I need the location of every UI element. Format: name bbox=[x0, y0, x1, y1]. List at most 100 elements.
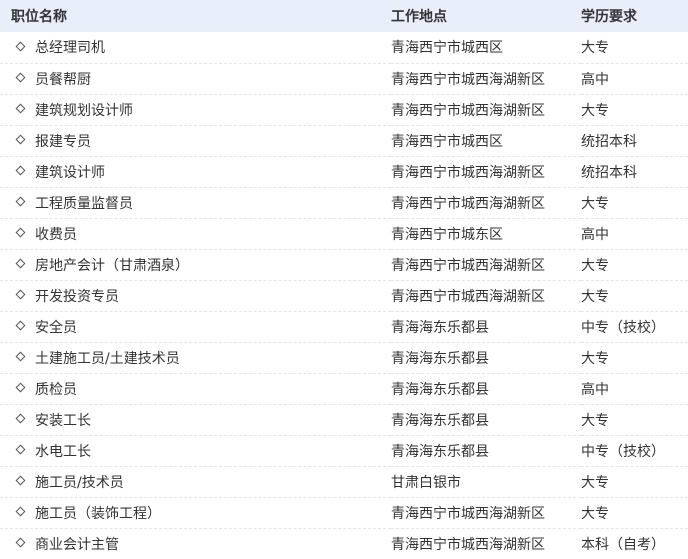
diamond-bullet-icon bbox=[15, 413, 26, 424]
job-education-cell: 大专 bbox=[581, 40, 609, 57]
diamond-bullet-icon bbox=[15, 103, 26, 114]
job-title-link[interactable]: 房地产会计（甘肃酒泉） bbox=[35, 258, 189, 274]
job-education-cell: 大专 bbox=[581, 288, 609, 305]
job-location-cell: 青海西宁市城西区 bbox=[391, 133, 503, 150]
job-title-cell: 商业会计主管 bbox=[0, 528, 391, 559]
job-title-link[interactable]: 总经理司机 bbox=[35, 40, 105, 56]
job-title-cell: 开发投资专员 bbox=[0, 280, 391, 311]
job-location-cell: 青海海东乐都县 bbox=[391, 350, 489, 367]
job-title-link[interactable]: 施工员（装饰工程） bbox=[35, 506, 161, 522]
table-row[interactable]: 安全员 青海海东乐都县 中专（技校） bbox=[0, 311, 688, 342]
job-location-cell: 青海西宁市城东区 bbox=[391, 226, 503, 243]
job-education-cell: 大专 bbox=[581, 474, 609, 491]
job-title-cell: 收费员 bbox=[0, 218, 391, 249]
table-row[interactable]: 员餐帮厨 青海西宁市城西海湖新区 高中 bbox=[0, 63, 688, 94]
job-title-cell: 安装工长 bbox=[0, 404, 391, 435]
diamond-bullet-icon bbox=[15, 72, 26, 83]
job-location-cell: 青海西宁市城西海湖新区 bbox=[391, 71, 545, 88]
table-row[interactable]: 工程质量监督员 青海西宁市城西海湖新区 大专 bbox=[0, 187, 688, 218]
table-row[interactable]: 总经理司机 青海西宁市城西区 大专 bbox=[0, 32, 688, 63]
job-education-cell: 大专 bbox=[581, 412, 609, 429]
job-title-cell: 工程质量监督员 bbox=[0, 187, 391, 218]
job-title-link[interactable]: 建筑设计师 bbox=[35, 165, 105, 181]
job-title-link[interactable]: 建筑规划设计师 bbox=[35, 103, 133, 119]
job-location-cell: 青海西宁市城西海湖新区 bbox=[391, 164, 545, 181]
job-title-cell: 安全员 bbox=[0, 311, 391, 342]
job-location-cell: 青海海东乐都县 bbox=[391, 319, 489, 336]
diamond-bullet-icon bbox=[15, 258, 26, 269]
table-row[interactable]: 报建专员 青海西宁市城西区 统招本科 bbox=[0, 125, 688, 156]
job-education-cell: 大专 bbox=[581, 257, 609, 274]
table-row[interactable]: 房地产会计（甘肃酒泉） 青海西宁市城西海湖新区 大专 bbox=[0, 249, 688, 280]
job-title-cell: 总经理司机 bbox=[0, 32, 391, 63]
job-education-cell: 高中 bbox=[581, 226, 609, 243]
column-header-location: 工作地点 bbox=[391, 9, 447, 25]
job-title-link[interactable]: 开发投资专员 bbox=[35, 289, 119, 305]
job-location-cell: 青海西宁市城西海湖新区 bbox=[391, 505, 545, 522]
diamond-bullet-icon bbox=[15, 289, 26, 300]
job-title-link[interactable]: 质检员 bbox=[35, 382, 77, 398]
job-education-cell: 大专 bbox=[581, 350, 609, 367]
job-location-cell: 甘肃白银市 bbox=[391, 474, 461, 491]
job-title-link[interactable]: 商业会计主管 bbox=[35, 537, 119, 553]
job-title-cell: 施工员（装饰工程） bbox=[0, 497, 391, 528]
diamond-bullet-icon bbox=[15, 41, 26, 52]
job-location-cell: 青海西宁市城西区 bbox=[391, 40, 503, 57]
job-education-cell: 统招本科 bbox=[581, 133, 637, 150]
job-title-link[interactable]: 安装工长 bbox=[35, 413, 91, 429]
job-title-cell: 土建施工员/土建技术员 bbox=[0, 342, 391, 373]
job-title-cell: 建筑设计师 bbox=[0, 156, 391, 187]
header-row: 职位名称 工作地点 学历要求 bbox=[0, 0, 688, 32]
job-education-cell: 本科（自考） bbox=[581, 536, 665, 553]
job-education-cell: 中专（技校） bbox=[581, 443, 665, 460]
table-row[interactable]: 土建施工员/土建技术员 青海海东乐都县 大专 bbox=[0, 342, 688, 373]
job-education-cell: 大专 bbox=[581, 505, 609, 522]
job-education-cell: 高中 bbox=[581, 381, 609, 398]
job-location-cell: 青海西宁市城西海湖新区 bbox=[391, 257, 545, 274]
job-title-link[interactable]: 报建专员 bbox=[35, 134, 91, 150]
job-education-cell: 统招本科 bbox=[581, 164, 637, 181]
diamond-bullet-icon bbox=[15, 196, 26, 207]
job-location-cell: 青海海东乐都县 bbox=[391, 412, 489, 429]
job-title-cell: 质检员 bbox=[0, 373, 391, 404]
job-title-cell: 报建专员 bbox=[0, 125, 391, 156]
job-location-cell: 青海西宁市城西海湖新区 bbox=[391, 102, 545, 119]
table-row[interactable]: 商业会计主管 青海西宁市城西海湖新区 本科（自考） bbox=[0, 528, 688, 559]
job-education-cell: 大专 bbox=[581, 102, 609, 119]
job-location-cell: 青海西宁市城西海湖新区 bbox=[391, 195, 545, 212]
column-header-job-title: 职位名称 bbox=[11, 9, 67, 25]
job-location-cell: 青海海东乐都县 bbox=[391, 443, 489, 460]
job-title-link[interactable]: 员餐帮厨 bbox=[35, 72, 91, 88]
diamond-bullet-icon bbox=[15, 506, 26, 517]
job-title-cell: 房地产会计（甘肃酒泉） bbox=[0, 249, 391, 280]
diamond-bullet-icon bbox=[15, 165, 26, 176]
job-education-cell: 中专（技校） bbox=[581, 319, 665, 336]
job-title-cell: 员餐帮厨 bbox=[0, 63, 391, 94]
job-title-link[interactable]: 水电工长 bbox=[35, 444, 91, 460]
job-title-link[interactable]: 施工员/技术员 bbox=[35, 475, 124, 491]
table-row[interactable]: 建筑设计师 青海西宁市城西海湖新区 统招本科 bbox=[0, 156, 688, 187]
diamond-bullet-icon bbox=[15, 382, 26, 393]
table-row[interactable]: 开发投资专员 青海西宁市城西海湖新区 大专 bbox=[0, 280, 688, 311]
job-title-link[interactable]: 安全员 bbox=[35, 320, 77, 336]
job-title-cell: 建筑规划设计师 bbox=[0, 94, 391, 125]
job-education-cell: 大专 bbox=[581, 195, 609, 212]
column-header-education: 学历要求 bbox=[581, 9, 637, 25]
job-location-cell: 青海西宁市城西海湖新区 bbox=[391, 288, 545, 305]
table-body: 总经理司机 青海西宁市城西区 大专 员餐帮厨 青海西宁市城西海湖新区 高中 建筑规划设计师青… bbox=[0, 32, 688, 559]
job-title-cell: 水电工长 bbox=[0, 435, 391, 466]
diamond-bullet-icon bbox=[15, 320, 26, 331]
job-title-link[interactable]: 土建施工员/土建技术员 bbox=[35, 351, 180, 367]
table-row[interactable]: 质检员 青海海东乐都县 高中 bbox=[0, 373, 688, 404]
table-row[interactable]: 水电工长 青海海东乐都县 中专（技校） bbox=[0, 435, 688, 466]
table-row[interactable]: 建筑规划设计师 青海西宁市城西海湖新区 大专 bbox=[0, 94, 688, 125]
job-title-link[interactable]: 工程质量监督员 bbox=[35, 196, 133, 212]
diamond-bullet-icon bbox=[15, 227, 26, 238]
job-title-cell: 施工员/技术员 bbox=[0, 466, 391, 497]
table-row[interactable]: 施工员/技术员 甘肃白银市 大专 bbox=[0, 466, 688, 497]
table-row[interactable]: 安装工长 青海海东乐都县 大专 bbox=[0, 404, 688, 435]
job-location-cell: 青海西宁市城西海湖新区 bbox=[391, 536, 545, 553]
table-row[interactable]: 收费员 青海西宁市城东区 高中 bbox=[0, 218, 688, 249]
job-title-link[interactable]: 收费员 bbox=[35, 227, 77, 243]
table-row[interactable]: 施工员（装饰工程） 青海西宁市城西海湖新区 大专 bbox=[0, 497, 688, 528]
